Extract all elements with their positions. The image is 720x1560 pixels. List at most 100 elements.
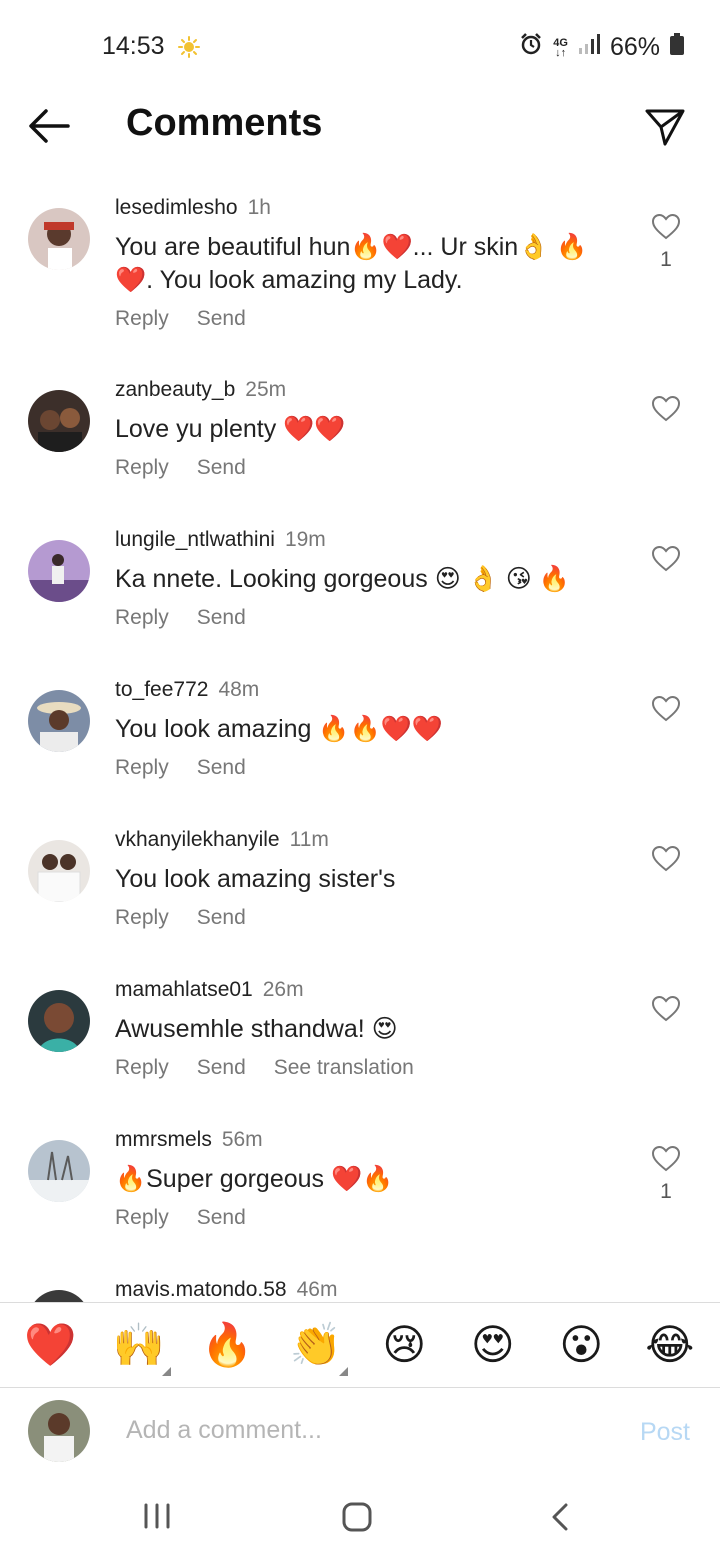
heart-icon[interactable] <box>652 214 680 240</box>
avatar[interactable] <box>28 390 90 452</box>
status-right: 4G ↓↑ 66% <box>519 32 684 63</box>
my-avatar <box>28 1400 90 1462</box>
like-control[interactable]: 1 <box>652 214 680 272</box>
send-button[interactable]: Send <box>197 307 246 331</box>
comment-age: 56m <box>221 1128 263 1151</box>
emoji-clapping-hands-glyph: 👏 <box>289 1321 342 1368</box>
comment-text: You look amazing sister's <box>115 865 396 893</box>
send-button[interactable]: Send <box>197 456 246 480</box>
emoji-raised-hands[interactable]: 🙌 <box>109 1320 171 1376</box>
comment-username[interactable]: lungile_ntlwathini <box>115 528 275 551</box>
comment-age: 26m <box>262 978 304 1001</box>
emoji-raised-hands-glyph: 🙌 <box>112 1321 165 1368</box>
send-button[interactable]: Send <box>197 606 246 630</box>
heart-icon[interactable] <box>652 846 680 872</box>
alarm-icon <box>519 32 543 63</box>
avatar[interactable] <box>28 990 90 1052</box>
comment-age: 11m <box>289 828 329 851</box>
heart-icon[interactable] <box>652 1146 680 1172</box>
comment-username[interactable]: mamahlatse01 <box>115 978 253 1001</box>
comment-item: vkhanyilekhanyile 11m You look amazing si… <box>0 822 720 972</box>
send-button[interactable]: Send <box>197 756 246 780</box>
like-control[interactable] <box>652 846 680 872</box>
network-icon: 4G ↓↑ <box>553 36 568 59</box>
comment-body: zanbeauty_b 25m Love yu plenty ❤️❤️ Reply… <box>115 378 615 480</box>
recent-apps-icon[interactable] <box>142 1502 172 1535</box>
comment-age: 1h <box>247 196 271 219</box>
back-arrow-icon[interactable] <box>26 106 72 146</box>
like-count: 1 <box>660 248 672 271</box>
comment-body: lungile_ntlwathini 19m Ka nnete. Looking … <box>115 528 615 630</box>
comment-username[interactable]: to_fee772 <box>115 678 208 701</box>
emoji-crying[interactable]: 😢 <box>374 1320 434 1370</box>
emoji-heart[interactable]: ❤️ <box>20 1320 80 1370</box>
comment-username[interactable]: mmrsmels <box>115 1128 212 1151</box>
comment-age: 48m <box>218 678 260 701</box>
send-icon[interactable] <box>644 106 686 148</box>
comments-header: Comments <box>0 92 720 162</box>
reply-button[interactable]: Reply <box>115 606 169 630</box>
emoji-fire[interactable]: 🔥 <box>197 1320 257 1370</box>
send-button[interactable]: Send <box>197 1056 246 1080</box>
comment-item: zanbeauty_b 25m Love yu plenty ❤️❤️ Reply… <box>0 372 720 522</box>
skin-tone-indicator-icon <box>338 1367 348 1376</box>
signal-icon <box>578 33 600 62</box>
emoji-surprised[interactable]: 😮 <box>551 1320 611 1370</box>
comment-body: vkhanyilekhanyile 11m You look amazing si… <box>115 828 615 930</box>
post-button[interactable]: Post <box>640 1418 690 1447</box>
page-title: Comments <box>126 102 323 144</box>
comment-input[interactable] <box>126 1416 606 1445</box>
system-nav-bar <box>0 1478 720 1560</box>
back-nav-icon[interactable] <box>548 1502 572 1537</box>
comment-body: mamahlatse01 26m Awusemhle sthandwa! 😍 Re… <box>115 978 615 1080</box>
emoji-laughing[interactable]: 😂 <box>640 1320 700 1370</box>
like-control[interactable]: 1 <box>652 1146 680 1204</box>
comment-username[interactable]: zanbeauty_b <box>115 378 235 401</box>
comment-username[interactable]: mavis.matondo.58 <box>115 1278 287 1301</box>
like-control[interactable] <box>652 696 680 722</box>
comment-text: Love yu plenty ❤️❤️ <box>115 415 346 443</box>
home-icon[interactable] <box>341 1502 373 1537</box>
emoji-clapping-hands[interactable]: 👏 <box>286 1320 348 1376</box>
avatar[interactable] <box>28 1140 90 1202</box>
heart-icon[interactable] <box>652 996 680 1022</box>
comment-text: You look amazing 🔥🔥❤️❤️ <box>115 715 443 743</box>
reply-button[interactable]: Reply <box>115 456 169 480</box>
send-button[interactable]: Send <box>197 1206 246 1230</box>
reply-button[interactable]: Reply <box>115 906 169 930</box>
avatar[interactable] <box>28 1290 90 1302</box>
emoji-heart-eyes[interactable]: 😍 <box>463 1320 523 1370</box>
reply-button[interactable]: Reply <box>115 756 169 780</box>
see-translation-button[interactable]: See translation <box>274 1056 414 1080</box>
comment-body: lesedimlesho 1h You are beautiful hun🔥❤️.… <box>115 196 615 331</box>
comment-item: mmrsmels 56m 🔥Super gorgeous ❤️🔥 Reply Sen… <box>0 1122 720 1272</box>
comment-item: to_fee772 48m You look amazing 🔥🔥❤️❤️ Rep… <box>0 672 720 822</box>
comment-text: Ka nnete. Looking gorgeous 😍 👌 😘 🔥 <box>115 565 570 593</box>
avatar[interactable] <box>28 840 90 902</box>
avatar[interactable] <box>28 540 90 602</box>
send-button[interactable]: Send <box>197 906 246 930</box>
battery-level: 66% <box>609 33 660 61</box>
comment-username[interactable]: lesedimlesho <box>115 196 238 219</box>
skin-tone-indicator-icon <box>161 1367 171 1376</box>
comments-list[interactable]: lesedimlesho 1h You are beautiful hun🔥❤️.… <box>0 190 720 1302</box>
avatar[interactable] <box>28 690 90 752</box>
comment-text: You are beautiful hun🔥❤️... Ur skin👌 🔥❤️… <box>115 233 588 294</box>
sun-icon <box>178 36 200 63</box>
reply-button[interactable]: Reply <box>115 307 169 331</box>
heart-icon[interactable] <box>652 546 680 572</box>
reply-button[interactable]: Reply <box>115 1056 169 1080</box>
comments-screen: 14:53 4G ↓↑ 66% Comments lesedimlesho 1h… <box>0 0 720 1560</box>
avatar[interactable] <box>28 208 90 270</box>
like-control[interactable] <box>652 996 680 1022</box>
heart-icon[interactable] <box>652 696 680 722</box>
comment-composer: Post <box>0 1388 720 1478</box>
reply-button[interactable]: Reply <box>115 1206 169 1230</box>
comment-age: 19m <box>284 528 326 551</box>
heart-icon[interactable] <box>652 396 680 422</box>
like-control[interactable] <box>652 396 680 422</box>
battery-icon <box>670 33 684 62</box>
comment-item: mavis.matondo.58 46m <box>0 1272 720 1302</box>
comment-username[interactable]: vkhanyilekhanyile <box>115 828 280 851</box>
like-control[interactable] <box>652 546 680 572</box>
